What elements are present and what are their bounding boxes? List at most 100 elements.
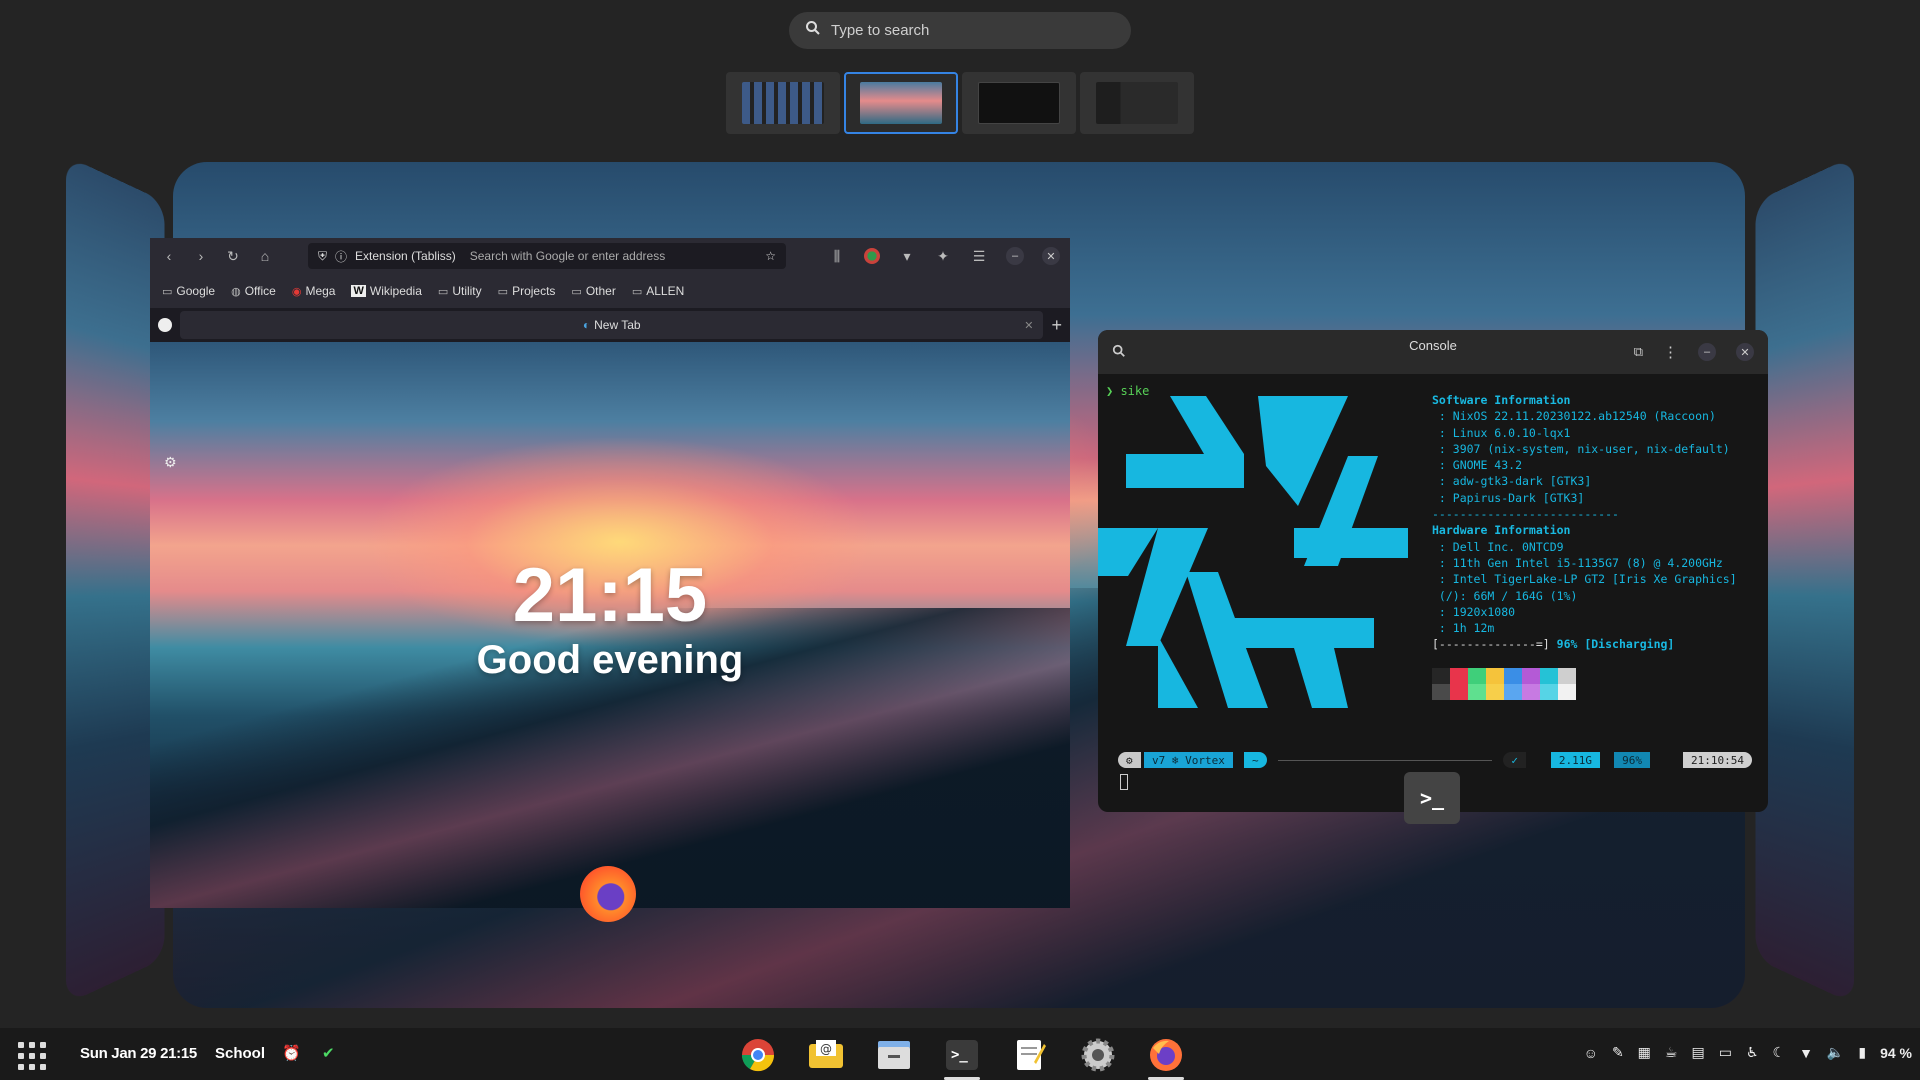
- mail-icon[interactable]: @: [803, 1034, 849, 1076]
- bookmark-mega[interactable]: ◉ Mega: [292, 284, 336, 298]
- bookmark-other[interactable]: ▭ Other: [571, 284, 615, 298]
- dropdown-icon[interactable]: ▾: [898, 248, 916, 265]
- workspace-thumb-2[interactable]: [844, 72, 958, 134]
- sw-line-kernel: : Linux 6.0.10-lqx1: [1432, 425, 1737, 441]
- palette-swatch: [1432, 668, 1450, 684]
- folder-icon: ▭: [438, 285, 448, 298]
- extension-avatar-icon[interactable]: [864, 248, 880, 264]
- bookmark-projects[interactable]: ▭ Projects: [498, 284, 556, 298]
- gear-icon[interactable]: ⚙: [164, 454, 177, 471]
- tabliss-greeting: Good evening: [150, 638, 1070, 683]
- bookmark-allen[interactable]: ▭ ALLEN: [632, 284, 684, 298]
- firefox-toolbar: ‹ › ↻ ⌂ ⛨ ⓘ Extension (Tabliss) Search w…: [150, 238, 1070, 274]
- info-separator: ---------------------------: [1432, 506, 1737, 522]
- sw-line-os: : NixOS 22.11.20230122.ab12540 (Raccoon): [1432, 408, 1737, 424]
- palette-swatch: [1468, 668, 1486, 684]
- palette-swatch: [1558, 684, 1576, 700]
- status-check: ✓: [1503, 752, 1526, 768]
- firefox-icon[interactable]: [1143, 1034, 1189, 1076]
- tab-close-icon[interactable]: ✕: [1024, 319, 1033, 332]
- extension-label: Extension (Tabliss): [355, 249, 456, 263]
- bookmark-wikipedia[interactable]: W Wikipedia: [351, 284, 421, 298]
- check-icon[interactable]: ✔: [322, 1044, 335, 1062]
- system-tray: ☺ ✎ ▦ ☕ ▤ ▭ ♿ ☾ ▼ 🔈 ▮ 94 %: [1584, 1044, 1912, 1061]
- wikipedia-icon: W: [351, 285, 365, 297]
- tab-new-tab[interactable]: ◐ New Tab ✕: [180, 311, 1043, 339]
- globe-icon: ◍: [231, 285, 241, 298]
- bookmarks-bar: ▭ Google ◍ Office ◉ Mega W Wikipedia ▭ Utilit…: [150, 274, 1070, 308]
- text-editor-icon[interactable]: [1007, 1034, 1053, 1076]
- clipboard-icon[interactable]: ▤: [1691, 1044, 1704, 1061]
- extensions-icon[interactable]: ✦: [934, 248, 952, 265]
- bookmark-star-icon[interactable]: ☆: [765, 249, 776, 263]
- firefox-window-icon: [580, 866, 636, 922]
- workspace-thumb-4[interactable]: [1080, 72, 1194, 134]
- wifi-icon[interactable]: ▼: [1799, 1045, 1813, 1061]
- workspace-thumb-1[interactable]: [726, 72, 840, 134]
- bookmark-google[interactable]: ▭ Google: [162, 284, 215, 298]
- chrome-icon[interactable]: [735, 1034, 781, 1076]
- info-icon: ⓘ: [335, 248, 347, 265]
- menu-icon[interactable]: ☰: [970, 248, 988, 265]
- search-bar[interactable]: Type to search: [789, 12, 1131, 49]
- panel-clock[interactable]: Sun Jan 29 21:15: [80, 1045, 197, 1062]
- shield-icon: ⛨: [318, 249, 327, 264]
- palette-swatch: [1486, 668, 1504, 684]
- folder-icon: ▭: [162, 285, 172, 298]
- status-batt: 96%: [1614, 752, 1650, 768]
- palette-swatch: [1504, 684, 1522, 700]
- url-bar[interactable]: ⛨ ⓘ Extension (Tabliss) Search with Goog…: [308, 243, 786, 269]
- workspace-thumb-3[interactable]: [962, 72, 1076, 134]
- battery-icon[interactable]: ▮: [1858, 1044, 1866, 1061]
- home-icon[interactable]: ⌂: [256, 248, 274, 264]
- terminal-icon[interactable]: >_: [939, 1034, 985, 1076]
- palette-swatch: [1468, 684, 1486, 700]
- window-list-icon[interactable]: ▦: [1638, 1044, 1651, 1061]
- console-headerbar: Console ⧉ ⋮ – ✕: [1098, 330, 1768, 374]
- palette-swatch: [1450, 668, 1468, 684]
- bottom-panel: Sun Jan 29 21:15 School ⏰ ✔ @ >_ ☺ ✎ ▦ ☕…: [0, 1028, 1920, 1080]
- library-icon[interactable]: ⫼: [828, 248, 846, 265]
- display-icon[interactable]: ▭: [1719, 1044, 1732, 1061]
- sw-line-packages: : 3907 (nix-system, nix-user, nix-defaul…: [1432, 441, 1737, 457]
- mega-icon: ◉: [292, 285, 302, 298]
- volume-icon[interactable]: 🔈: [1827, 1044, 1844, 1061]
- reload-icon[interactable]: ↻: [224, 248, 242, 265]
- close-button[interactable]: ✕: [1042, 247, 1060, 265]
- palette-swatch: [1558, 668, 1576, 684]
- tab-label: New Tab: [594, 318, 640, 332]
- files-icon[interactable]: [871, 1034, 917, 1076]
- battery-bar: [--------------=]: [1432, 637, 1550, 651]
- palette-swatch: [1540, 684, 1558, 700]
- app-grid-icon[interactable]: [18, 1042, 46, 1070]
- hw-line-cpu: : 11th Gen Intel i5-1135G7 (8) @ 4.200GH…: [1432, 555, 1737, 571]
- alarm-icon[interactable]: ⏰: [282, 1044, 301, 1062]
- palette-swatch: [1486, 684, 1504, 700]
- color-picker-icon[interactable]: ✎: [1612, 1044, 1624, 1061]
- back-icon[interactable]: ‹: [160, 248, 178, 264]
- forward-icon[interactable]: ›: [192, 248, 210, 264]
- settings-icon[interactable]: [1075, 1034, 1121, 1076]
- firefox-window[interactable]: ‹ › ↻ ⌂ ⛨ ⓘ Extension (Tabliss) Search w…: [150, 238, 1070, 908]
- hardware-header: Hardware Information: [1432, 522, 1737, 538]
- workspace-right-preview[interactable]: [1756, 156, 1855, 1005]
- night-light-icon[interactable]: ☾: [1773, 1044, 1786, 1061]
- minimize-button[interactable]: –: [1006, 247, 1024, 265]
- workspace-label[interactable]: School: [215, 1045, 265, 1062]
- status-host: v7 ❄ Vortex: [1144, 752, 1233, 768]
- tab-overview-icon[interactable]: [158, 318, 172, 332]
- tab-bar: ◐ New Tab ✕ +: [150, 308, 1070, 342]
- discord-icon[interactable]: ☺: [1584, 1045, 1598, 1061]
- new-tab-icon[interactable]: +: [1051, 315, 1062, 336]
- caffeine-icon[interactable]: ☕: [1665, 1044, 1678, 1061]
- cursor: [1120, 774, 1128, 790]
- battery-percent[interactable]: 94 %: [1880, 1045, 1912, 1061]
- folder-icon: ▭: [571, 285, 581, 298]
- sw-line-theme: : adw-gtk3-dark [GTK3]: [1432, 473, 1737, 489]
- accessibility-icon[interactable]: ♿: [1746, 1044, 1759, 1061]
- bookmark-utility[interactable]: ▭ Utility: [438, 284, 482, 298]
- bookmark-office[interactable]: ◍ Office: [231, 284, 276, 298]
- dock: @ >_: [735, 1034, 1189, 1076]
- console-window[interactable]: Console ⧉ ⋮ – ✕ ❯ sike Software Informat…: [1098, 330, 1768, 812]
- fetch-info: Software Information : NixOS 22.11.20230…: [1432, 392, 1737, 653]
